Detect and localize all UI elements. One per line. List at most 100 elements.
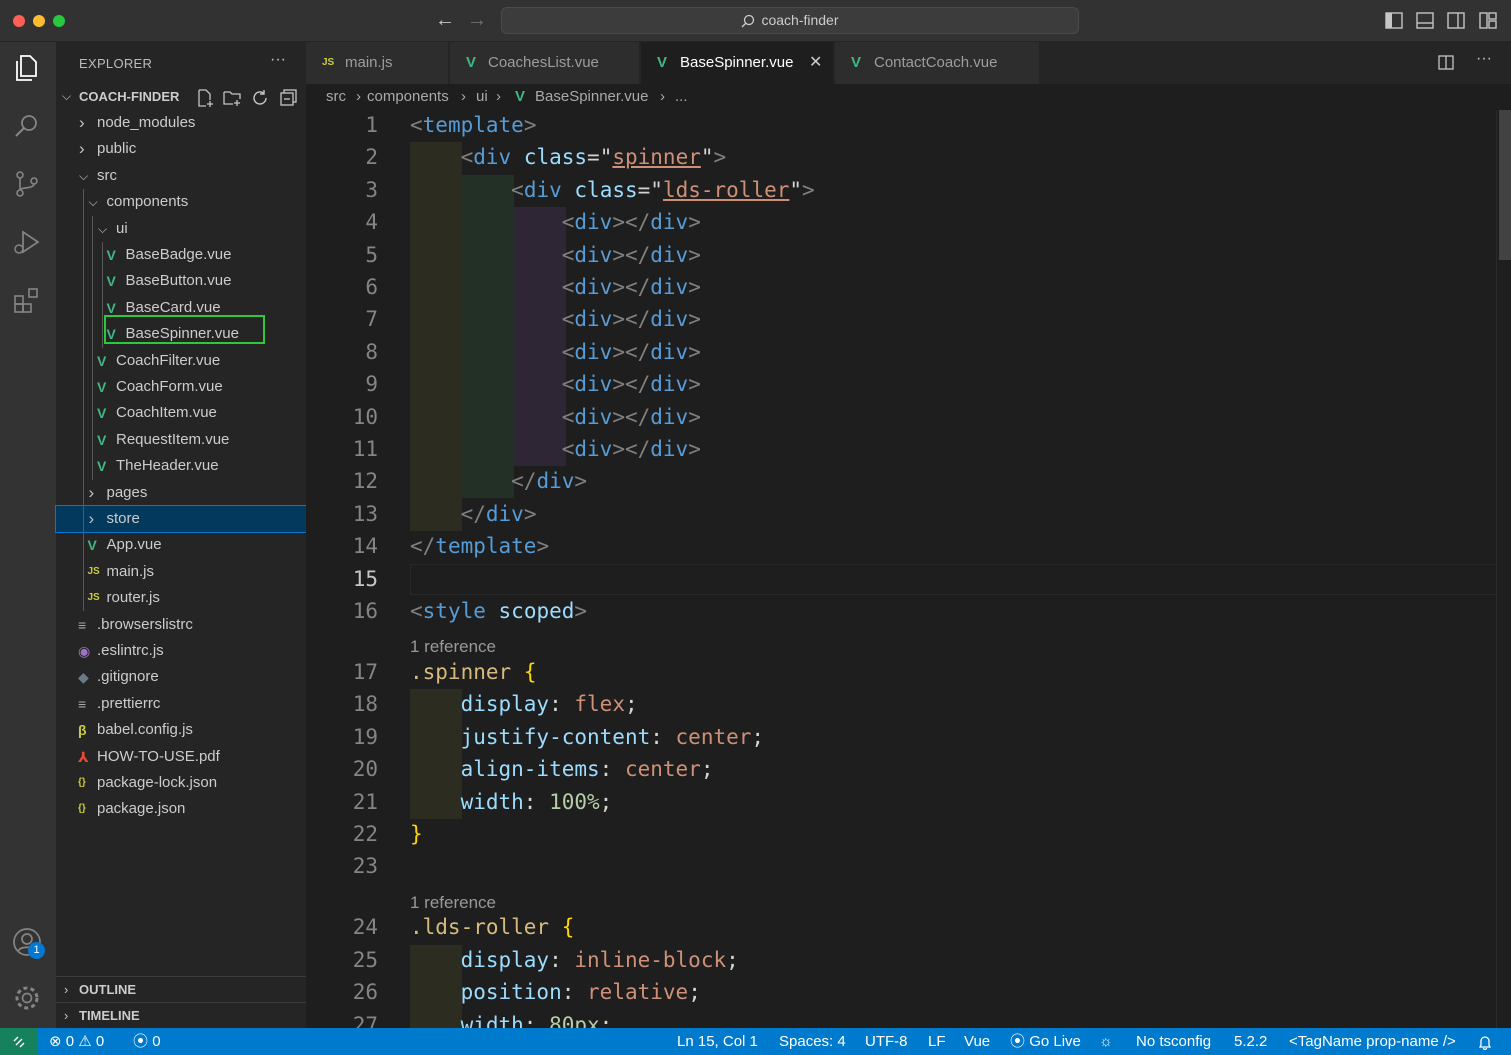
tsconfig-status[interactable]: No tsconfig [1136, 1028, 1211, 1055]
file-requestitem-vue[interactable]: V RequestItem.vue [56, 427, 306, 453]
code-token: div [485, 501, 524, 526]
folder-ui[interactable]: ⌵ ui [56, 216, 306, 242]
tab-basespinner-vue[interactable]: V BaseSpinner.vue ✕ [641, 42, 834, 84]
customize-layout-icon[interactable] [1479, 12, 1497, 29]
editor-more-actions-icon[interactable]: ··· [1476, 50, 1494, 68]
go-live-button[interactable]: ⦿ Go Live [1010, 1028, 1081, 1055]
vue-file-icon: V [106, 247, 116, 263]
folder-node-modules[interactable]: › node_modules [56, 110, 306, 136]
file-coachform-vue[interactable]: V CoachForm.vue [56, 374, 306, 400]
file-browserslistrc[interactable]: ≡ .browserslistrc [56, 612, 306, 638]
folder-pages[interactable]: › pages [56, 480, 306, 506]
workspace-root-folder[interactable]: ⌵ COACH-FINDER [56, 84, 306, 110]
tab-contactcoach-vue[interactable]: V ContactCoach.vue [835, 42, 1040, 84]
code-line: .spinner { [410, 660, 536, 684]
code-token: 100% [549, 789, 600, 814]
code-token: : [561, 980, 588, 1005]
typescript-version[interactable]: 5.2.2 [1234, 1028, 1267, 1055]
editor-vertical-scrollbar[interactable] [1496, 110, 1511, 1028]
collapse-all-icon[interactable] [280, 89, 298, 107]
toggle-primary-sidebar-icon[interactable] [1385, 12, 1403, 29]
breadcrumb-item[interactable]: components [367, 84, 449, 110]
folder-public[interactable]: › public [56, 136, 306, 162]
tag-name-format[interactable]: <TagName prop-name /> [1289, 1028, 1456, 1055]
file-basebutton-vue[interactable]: V BaseButton.vue [56, 268, 306, 294]
command-center-search[interactable]: coach-finder [501, 7, 1079, 34]
tab-main-js[interactable]: JS main.js [306, 42, 449, 84]
file-prettierrc[interactable]: ≡ .prettierrc [56, 691, 306, 717]
code-token: : [523, 1012, 550, 1028]
chevron-down-icon: ⌵ [98, 222, 108, 236]
scrollbar-thumb[interactable] [1499, 110, 1511, 260]
file-package-lock-json[interactable]: {} package-lock.json [56, 770, 306, 796]
forward-arrow-icon[interactable]: → [467, 9, 487, 32]
new-file-icon[interactable] [196, 89, 214, 107]
tab-coacheslist-vue[interactable]: V CoachesList.vue [450, 42, 640, 84]
code-lens-references[interactable]: 1 reference [410, 893, 496, 913]
source-control-icon[interactable] [11, 168, 43, 200]
file-how-to-use-pdf[interactable]: ⅄ HOW-TO-USE.pdf [56, 744, 306, 770]
outline-label: OUTLINE [79, 982, 137, 997]
vue-file-icon: V [851, 54, 862, 71]
code-lens-references[interactable]: 1 reference [410, 637, 496, 657]
close-window-button[interactable] [13, 15, 25, 27]
problems-indicator[interactable]: ⊗ 0 ⚠ 0 [49, 1028, 104, 1055]
tree-item-label: HOW-TO-USE.pdf [97, 748, 220, 765]
breadcrumb-separator: › [660, 88, 665, 105]
more-actions-icon[interactable]: ··· [270, 51, 286, 69]
tree-item-label: package-lock.json [97, 774, 218, 791]
file-coachfilter-vue[interactable]: V CoachFilter.vue [56, 348, 306, 374]
close-tab-icon[interactable]: ✕ [809, 42, 822, 84]
cursor-position[interactable]: Ln 15, Col 1 [677, 1028, 758, 1055]
file-babel-config-js[interactable]: β babel.config.js [56, 717, 306, 743]
language-mode[interactable]: Vue [964, 1028, 990, 1055]
maximize-window-button[interactable] [53, 15, 65, 27]
toggle-secondary-sidebar-icon[interactable] [1447, 12, 1465, 29]
new-folder-icon[interactable] [223, 89, 241, 107]
config-file-icon: ≡ [78, 696, 87, 712]
file-main-js[interactable]: JS main.js [56, 559, 306, 585]
indentation-setting[interactable]: Spaces: 4 [779, 1028, 846, 1055]
run-and-debug-icon[interactable] [11, 226, 43, 258]
tree-indent-guide [102, 242, 103, 348]
remote-indicator-icon[interactable] [0, 1028, 38, 1055]
explorer-files-icon[interactable] [11, 52, 43, 84]
file-coachitem-vue[interactable]: V CoachItem.vue [56, 400, 306, 426]
code-token: > [574, 599, 588, 623]
file-eslintrc-js[interactable]: ◉ .eslintrc.js [56, 638, 306, 664]
code-editor[interactable]: 1 <template> 2 <div class="spinner"> 3 <div… [306, 110, 1496, 1028]
timeline-panel-header[interactable]: › TIMELINE [56, 1002, 306, 1028]
back-arrow-icon[interactable]: ← [435, 9, 455, 32]
split-editor-icon[interactable] [1437, 54, 1455, 72]
extensions-icon[interactable] [11, 284, 43, 316]
code-token: " [599, 145, 613, 170]
file-app-vue[interactable]: V App.vue [56, 532, 306, 558]
code-token: ></ [612, 339, 651, 364]
breadcrumb-item[interactable]: ui [476, 84, 488, 110]
file-basebadge-vue[interactable]: V BaseBadge.vue [56, 242, 306, 268]
manage-gear-icon[interactable] [11, 982, 43, 1014]
encoding-setting[interactable]: UTF-8 [865, 1028, 908, 1055]
feedback-icon[interactable]: ☼ [1099, 1028, 1113, 1055]
eol-setting[interactable]: LF [928, 1028, 946, 1055]
tree-item-label: CoachForm.vue [116, 378, 223, 395]
code-token: flex [574, 692, 625, 717]
folder-components[interactable]: ⌵ components [56, 189, 306, 215]
breadcrumb-item[interactable]: src [326, 84, 346, 110]
file-gitignore[interactable]: ◆ .gitignore [56, 664, 306, 690]
notifications-bell-icon[interactable] [1478, 1028, 1492, 1055]
search-icon[interactable] [11, 110, 43, 142]
breadcrumb-item[interactable]: ... [675, 84, 688, 110]
file-router-js[interactable]: JS router.js [56, 585, 306, 611]
file-theheader-vue[interactable]: V TheHeader.vue [56, 453, 306, 479]
folder-src[interactable]: ⌵ src [56, 163, 306, 189]
minimize-window-button[interactable] [33, 15, 45, 27]
folder-store[interactable]: › store [55, 505, 307, 533]
file-package-json[interactable]: {} package.json [56, 796, 306, 822]
refresh-icon[interactable] [251, 89, 269, 107]
toggle-panel-icon[interactable] [1416, 12, 1434, 29]
ports-indicator[interactable]: ⦿ 0 [133, 1028, 161, 1055]
breadcrumb-item[interactable]: BaseSpinner.vue [535, 84, 648, 110]
outline-panel-header[interactable]: › OUTLINE [56, 976, 306, 1002]
